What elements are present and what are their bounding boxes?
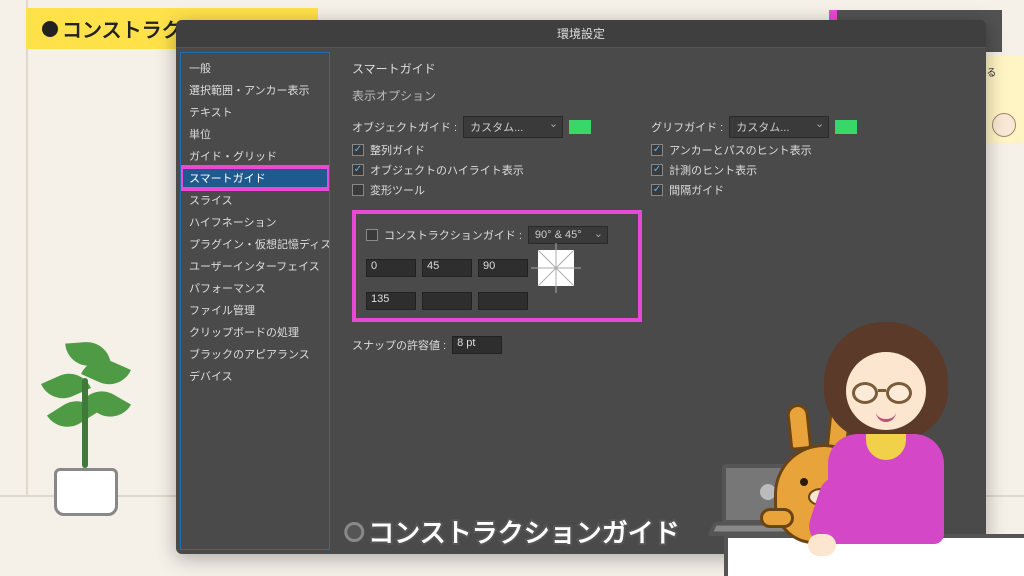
snap-tolerance-label: スナップの許容値 :: [352, 337, 446, 353]
angle-input[interactable]: 90: [478, 259, 528, 277]
checkbox[interactable]: [651, 144, 663, 156]
sidebar-item[interactable]: プラグイン・仮想記憶ディスク: [181, 233, 329, 255]
sidebar-item[interactable]: ユーザーインターフェイス: [181, 255, 329, 277]
angle-input[interactable]: 135: [366, 292, 416, 310]
construction-guide-label: コンストラクションガイド :: [384, 227, 522, 243]
checkbox-label: アンカーとパスのヒント表示: [669, 142, 812, 158]
glyph-guide-color-swatch[interactable]: [835, 120, 857, 134]
sidebar-item[interactable]: デバイス: [181, 365, 329, 387]
object-guide-color-swatch[interactable]: [569, 120, 591, 134]
checkbox-label: 整列ガイド: [370, 142, 425, 158]
glyph-guide-dropdown[interactable]: カスタム...: [729, 116, 829, 138]
checkbox-label: 変形ツール: [370, 182, 425, 198]
object-guide-dropdown[interactable]: カスタム...: [463, 116, 563, 138]
sidebar-item[interactable]: 一般: [181, 57, 329, 79]
checkbox[interactable]: [352, 184, 364, 196]
sidebar-item[interactable]: ファイル管理: [181, 299, 329, 321]
bullet-icon: [42, 21, 58, 37]
checkbox-label: 計測のヒント表示: [669, 162, 757, 178]
sidebar-item[interactable]: 選択範囲・アンカー表示: [181, 79, 329, 101]
presenter-illustration: [806, 316, 966, 546]
preferences-sidebar: 一般選択範囲・アンカー表示テキスト単位ガイド・グリッドスマートガイドスライスハイ…: [180, 52, 330, 550]
avatar-mini-icon: [992, 113, 1016, 137]
construction-angle-dropdown[interactable]: 90° & 45°: [528, 226, 608, 244]
checkbox-label: 間隔ガイド: [669, 182, 724, 198]
angle-preview-icon: [538, 250, 574, 286]
angle-input[interactable]: [422, 292, 472, 310]
checkbox[interactable]: [352, 164, 364, 176]
plant-illustration: [26, 316, 146, 516]
construction-guide-group: コンストラクションガイド : 90° & 45° 0 45 90 135: [352, 210, 642, 322]
checkbox[interactable]: [352, 144, 364, 156]
dialog-title: 環境設定: [176, 20, 986, 48]
sidebar-item[interactable]: ガイド・グリッド: [181, 145, 329, 167]
glyph-guide-label: グリフガイド :: [651, 119, 723, 135]
sidebar-item[interactable]: テキスト: [181, 101, 329, 123]
sidebar-item[interactable]: スマートガイド: [181, 167, 329, 189]
construction-guide-checkbox[interactable]: [366, 229, 378, 241]
sidebar-item[interactable]: 単位: [181, 123, 329, 145]
bullet-icon: [344, 522, 364, 542]
checkbox-label: オブジェクトのハイライト表示: [370, 162, 524, 178]
video-subtitle: コンストラクションガイド: [344, 513, 679, 550]
angle-input[interactable]: [478, 292, 528, 310]
checkbox[interactable]: [651, 164, 663, 176]
angle-input[interactable]: 45: [422, 259, 472, 277]
object-guide-label: オブジェクトガイド :: [352, 119, 457, 135]
sidebar-item[interactable]: クリップボードの処理: [181, 321, 329, 343]
checkbox[interactable]: [651, 184, 663, 196]
snap-tolerance-input[interactable]: 8 pt: [452, 336, 502, 354]
sidebar-item[interactable]: パフォーマンス: [181, 277, 329, 299]
sidebar-item[interactable]: スライス: [181, 189, 329, 211]
display-options-heading: 表示オプション: [352, 87, 968, 104]
angle-input[interactable]: 0: [366, 259, 416, 277]
sidebar-item[interactable]: ハイフネーション: [181, 211, 329, 233]
sidebar-item[interactable]: ブラックのアピアランス: [181, 343, 329, 365]
panel-heading: スマートガイド: [352, 60, 968, 77]
